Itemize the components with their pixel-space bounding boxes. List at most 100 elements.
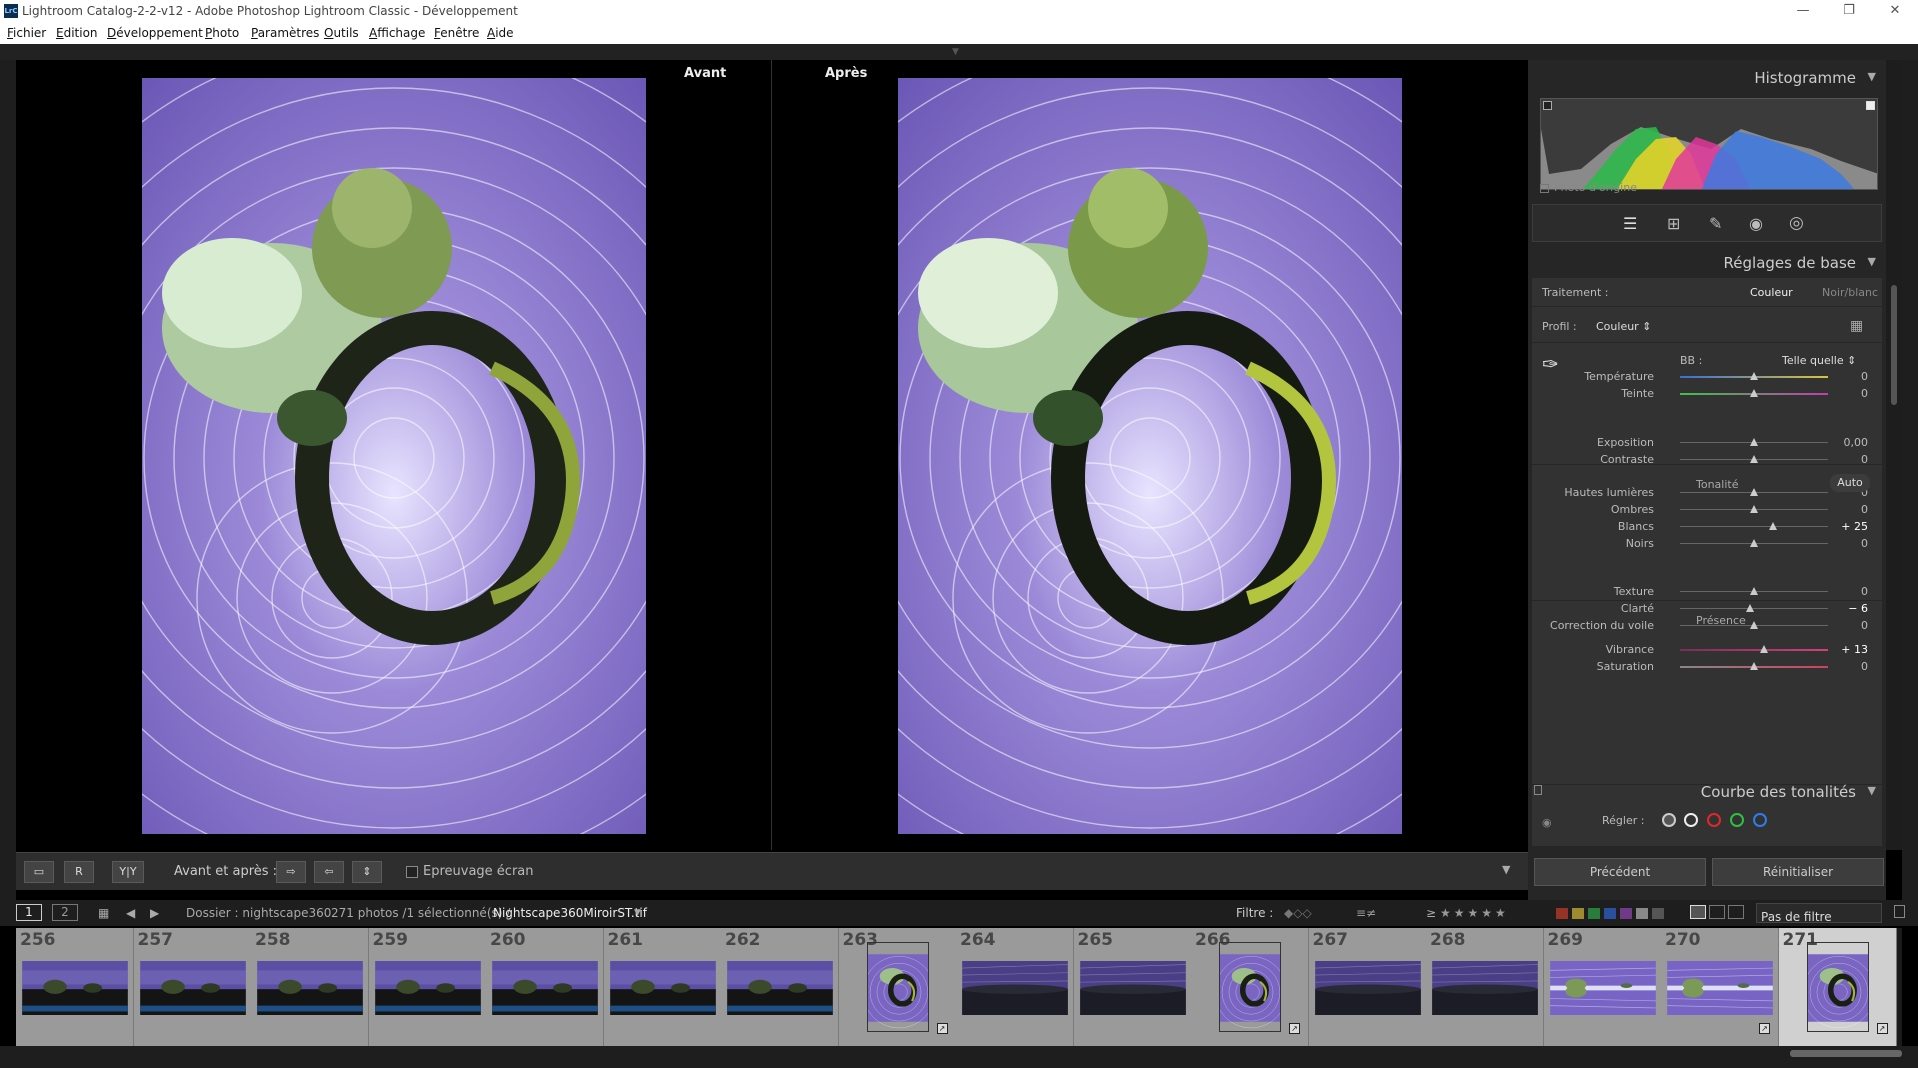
- slider-value[interactable]: 0: [1861, 585, 1868, 598]
- filmstrip-thumbnail[interactable]: 262: [721, 928, 839, 1046]
- soft-proof-checkbox[interactable]: [406, 866, 418, 878]
- menu-outils[interactable]: Outils: [324, 26, 359, 40]
- filter-view-mode-1[interactable]: [1690, 905, 1706, 919]
- green-channel-curve-button[interactable]: [1730, 813, 1744, 827]
- menu-affichage[interactable]: Affichage: [369, 26, 425, 40]
- folder-source[interactable]: Dossier : nightscape360: [186, 906, 331, 920]
- slider-value[interactable]: 0,00: [1844, 436, 1869, 449]
- filmstrip-thumbnail[interactable]: 270 ↗: [1661, 928, 1779, 1046]
- red-channel-curve-button[interactable]: [1707, 813, 1721, 827]
- crop-icon[interactable]: ⊞: [1667, 214, 1680, 233]
- auto-tone-button[interactable]: Auto: [1830, 474, 1870, 492]
- slider-handle[interactable]: [1750, 539, 1758, 547]
- back-arrow-icon[interactable]: ◀: [126, 906, 135, 920]
- filmstrip-thumbnail[interactable]: 264: [956, 928, 1074, 1046]
- filmstrip-thumbnail[interactable]: 260: [486, 928, 604, 1046]
- toolbar-menu-chevron-icon[interactable]: ▼: [1502, 863, 1510, 876]
- menu-fenetre[interactable]: Fenêtre: [434, 26, 479, 40]
- histogram-header[interactable]: Histogramme ▼: [1532, 64, 1882, 90]
- slider-handle[interactable]: [1768, 522, 1777, 530]
- menu-developpement[interactable]: Développement: [107, 26, 203, 40]
- filmstrip-thumbnail[interactable]: 259: [368, 928, 487, 1046]
- filmstrip-thumbnail[interactable]: 266 ↗: [1191, 928, 1309, 1046]
- red-eye-icon[interactable]: ◉: [1749, 214, 1763, 233]
- point-curve-white-button[interactable]: [1684, 813, 1698, 827]
- flag-filter-icon[interactable]: ◆◇◇: [1284, 906, 1312, 920]
- before-photo[interactable]: [142, 78, 646, 834]
- reset-button[interactable]: Réinitialiser: [1712, 858, 1884, 886]
- previous-button[interactable]: Précédent: [1534, 858, 1706, 886]
- menu-parametres[interactable]: Paramètres: [251, 26, 319, 40]
- edit-filter-icon[interactable]: ≡≠: [1356, 906, 1376, 920]
- current-filename[interactable]: Nightscape360MiroirST.tif: [493, 906, 647, 920]
- reference-view-button[interactable]: R: [64, 861, 94, 883]
- panel-switch-icon[interactable]: [1534, 785, 1542, 795]
- slider-track[interactable]: [1680, 526, 1828, 527]
- menu-edition[interactable]: Edition: [56, 26, 98, 40]
- histogram-graph[interactable]: [1540, 98, 1878, 190]
- profile-browser-grid-icon[interactable]: ▦: [1850, 318, 1863, 334]
- filmstrip-thumbnail[interactable]: 271 ↗: [1778, 928, 1897, 1046]
- slider-handle[interactable]: [1750, 662, 1758, 670]
- slider-handle[interactable]: [1750, 455, 1758, 463]
- slider-value[interactable]: + 25: [1841, 520, 1868, 533]
- slider-handle[interactable]: [1750, 389, 1758, 397]
- color-filter-purple[interactable]: [1620, 908, 1632, 919]
- right-panel-toggle[interactable]: [1902, 60, 1918, 900]
- copy-after-to-before-button[interactable]: ⇦: [314, 861, 344, 883]
- slider-value[interactable]: 0: [1861, 660, 1868, 673]
- scrollbar-thumb[interactable]: [1891, 285, 1897, 405]
- slider-value[interactable]: 0: [1861, 619, 1868, 632]
- masking-icon[interactable]: ◎: [1789, 213, 1804, 233]
- swap-before-after-button[interactable]: ⇕: [352, 861, 382, 883]
- menu-aide[interactable]: Aide: [487, 26, 514, 40]
- filmstrip-thumbnail[interactable]: 257: [133, 928, 252, 1046]
- slider-handle[interactable]: [1750, 587, 1758, 595]
- healing-brush-icon[interactable]: ✎: [1709, 214, 1722, 233]
- shadow-clipping-icon[interactable]: [1543, 101, 1552, 110]
- wb-dropdown[interactable]: Telle quelle ⇕: [1782, 354, 1856, 367]
- after-photo[interactable]: [898, 78, 1402, 834]
- copy-before-to-after-button[interactable]: ⇨: [276, 861, 306, 883]
- main-window-button[interactable]: 1: [16, 904, 42, 921]
- color-filter-blue[interactable]: [1604, 908, 1616, 919]
- target-adjust-icon[interactable]: ◉: [1542, 816, 1552, 829]
- color-filter-extra[interactable]: [1652, 908, 1664, 919]
- filter-view-mode-3[interactable]: [1728, 905, 1744, 919]
- before-after-mode-button[interactable]: Y|Y: [112, 861, 144, 883]
- filmstrip-thumbnail[interactable]: 261: [603, 928, 722, 1046]
- treatment-bw-option[interactable]: Noir/blanc: [1822, 286, 1878, 299]
- filter-preset-dropdown[interactable]: Pas de filtre: [1756, 903, 1882, 924]
- edit-sliders-icon[interactable]: ☰: [1623, 214, 1637, 233]
- filename-dropdown-icon[interactable]: ▼: [634, 908, 641, 918]
- color-filter-green[interactable]: [1588, 908, 1600, 919]
- color-filter-extra[interactable]: [1636, 908, 1648, 919]
- left-panel-toggle[interactable]: [0, 60, 16, 900]
- maximize-button[interactable]: ❐: [1826, 0, 1872, 22]
- filmstrip-thumbnail[interactable]: 268: [1426, 928, 1544, 1046]
- filmstrip-thumbnail[interactable]: 269: [1543, 928, 1662, 1046]
- minimize-button[interactable]: —: [1780, 0, 1826, 22]
- filter-view-mode-2[interactable]: [1709, 905, 1725, 919]
- filmstrip-thumbnail[interactable]: 263 ↗: [838, 928, 957, 1046]
- slider-value[interactable]: 0: [1861, 537, 1868, 550]
- slider-value[interactable]: 0: [1861, 387, 1868, 400]
- slider-value[interactable]: 0: [1861, 503, 1868, 516]
- treatment-color-option[interactable]: Couleur: [1750, 286, 1793, 299]
- slider-track[interactable]: [1680, 649, 1828, 651]
- original-photo-checkbox[interactable]: [1540, 184, 1549, 193]
- parametric-curve-button[interactable]: [1662, 813, 1676, 827]
- slider-handle[interactable]: [1750, 438, 1758, 446]
- grid-view-icon[interactable]: ▦: [98, 906, 109, 920]
- basic-panel-header[interactable]: Réglages de base ▼: [1532, 249, 1882, 275]
- filmstrip-thumbnail[interactable]: 256: [16, 928, 134, 1046]
- color-filter-yellow[interactable]: [1572, 908, 1584, 919]
- slider-track[interactable]: [1680, 608, 1828, 609]
- profile-dropdown[interactable]: Couleur ⇕: [1596, 320, 1651, 333]
- slider-value[interactable]: + 13: [1841, 643, 1868, 656]
- color-filter-red[interactable]: [1556, 908, 1568, 919]
- slider-handle[interactable]: [1745, 604, 1754, 612]
- close-button[interactable]: ✕: [1872, 0, 1918, 22]
- tone-curve-header[interactable]: Courbe des tonalités ▼: [1532, 778, 1882, 804]
- slider-value[interactable]: − 6: [1848, 602, 1868, 615]
